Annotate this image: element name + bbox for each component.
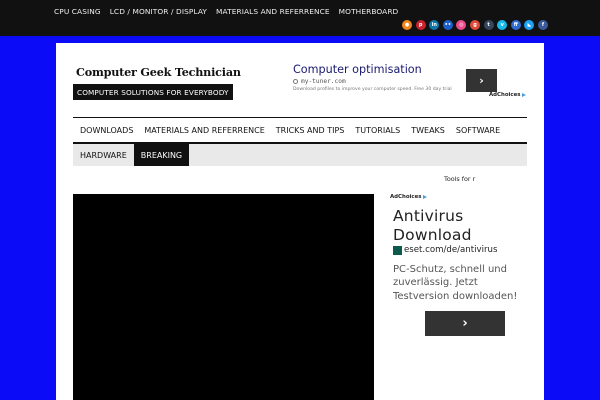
adchoices-label: AdChoices	[390, 194, 422, 200]
site-title[interactable]: Computer Geek Technician	[76, 65, 241, 79]
sidebar-ad-url-text: eset.com/de/antivirus	[404, 245, 498, 255]
sidebar-ad-title-line2: Download	[393, 226, 472, 244]
chevron-right-icon: ›	[479, 74, 484, 87]
favicon-icon	[393, 245, 402, 255]
top-nav-materials-and-referrence[interactable]: MATERIALS AND REFERRENCE	[216, 7, 330, 16]
sidebar-ad-arrow-button[interactable]: ›	[425, 311, 505, 336]
adchoices-label: AdChoices	[489, 92, 521, 98]
friendfeed-icon[interactable]: ff	[510, 20, 521, 30]
twitter-icon[interactable]: ◣	[524, 20, 535, 30]
sidebar-ad-title[interactable]: Antivirus Download	[393, 207, 472, 245]
main-nav-materials-and-referrence[interactable]: MATERIALS AND REFERRENCE	[144, 126, 264, 135]
googleplus-icon[interactable]: g	[470, 20, 481, 30]
sidebar-ad-title-line1: Antivirus	[393, 207, 464, 225]
top-nav-lcd-monitor-display[interactable]: LCD / MONITOR / DISPLAY	[110, 7, 207, 16]
sidebar-ad[interactable]: AdChoices Antivirus Download eset.com/de/…	[390, 193, 530, 343]
sub-nav: HARDWARE BREAKING	[73, 144, 527, 166]
top-nav: CPU CASING LCD / MONITOR / DISPLAY MATER…	[54, 0, 407, 22]
header-ad[interactable]: Computer optimisation my-tuner.com Downl…	[293, 63, 527, 99]
social-icons: ● p in •• ◎ g t v ff ◣ f	[398, 20, 548, 30]
sidebar-ad-url[interactable]: eset.com/de/antivirus	[393, 245, 497, 255]
breaking-label: BREAKING	[133, 144, 190, 166]
main-nav-tutorials[interactable]: TUTORIALS	[355, 126, 400, 135]
chevron-right-icon: ›	[462, 316, 468, 331]
dribbble-icon[interactable]: ◎	[456, 20, 467, 30]
page-container: Computer Geek Technician COMPUTER SOLUTI…	[56, 43, 544, 400]
breaking-ticker-text[interactable]: Tools for r	[444, 175, 475, 183]
top-nav-cpu-casing[interactable]: CPU CASING	[54, 7, 101, 16]
sub-nav-hardware[interactable]: HARDWARE	[73, 144, 134, 166]
main-nav-downloads[interactable]: DOWNLOADS	[80, 126, 133, 135]
rss-icon[interactable]: ●	[402, 20, 413, 30]
top-nav-motherboard[interactable]: MOTHERBOARD	[339, 7, 399, 16]
pinterest-icon[interactable]: p	[415, 20, 426, 30]
adchoices-icon	[522, 93, 527, 97]
main-nav: DOWNLOADS MATERIALS AND REFERRENCE TRICK…	[73, 117, 527, 144]
header-adchoices[interactable]: AdChoices	[489, 92, 527, 98]
main-nav-software[interactable]: SOFTWARE	[456, 126, 500, 135]
video-player[interactable]	[73, 194, 374, 400]
main-nav-tricks-and-tips[interactable]: TRICKS AND TIPS	[276, 126, 345, 135]
sidebar-adchoices[interactable]: AdChoices	[390, 194, 428, 200]
top-bar: CPU CASING LCD / MONITOR / DISPLAY MATER…	[0, 0, 600, 36]
linkedin-icon[interactable]: in	[429, 20, 440, 30]
main-nav-tweaks[interactable]: TWEAKS	[411, 126, 445, 135]
vimeo-icon[interactable]: v	[497, 20, 508, 30]
header-ad-url-text: my-tuner.com	[301, 78, 346, 85]
tumblr-icon[interactable]: t	[483, 20, 494, 30]
site-branding: Computer Geek Technician COMPUTER SOLUTI…	[73, 65, 241, 100]
sidebar-ad-description: PC-Schutz, schnell und zuverlässig. Jetz…	[393, 264, 518, 302]
header-ad-arrow-button[interactable]: ›	[466, 69, 497, 92]
facebook-icon[interactable]: f	[538, 20, 548, 30]
url-icon	[293, 78, 298, 84]
site-tagline: COMPUTER SOLUTIONS FOR EVERYBODY	[73, 84, 233, 100]
adchoices-icon	[423, 195, 428, 199]
flickr-icon[interactable]: ••	[442, 20, 453, 30]
